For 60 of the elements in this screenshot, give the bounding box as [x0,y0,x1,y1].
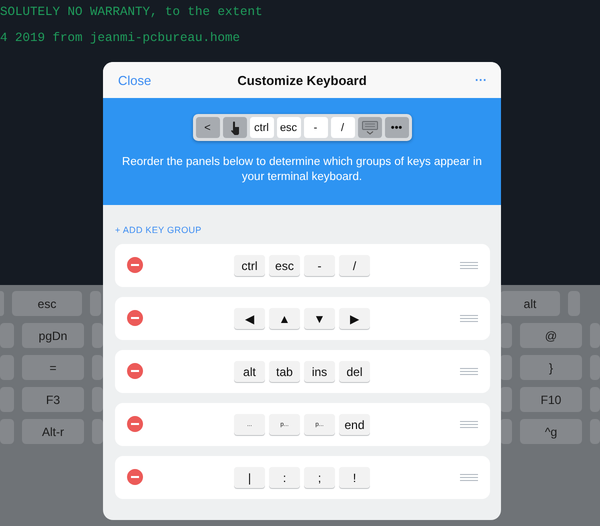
group-key: ; [304,467,335,488]
remove-button[interactable] [127,363,143,379]
keyboard-key[interactable] [500,419,512,444]
drag-handle-icon[interactable] [460,368,478,375]
description-text: Reorder the panels below to determine which groups of keys appear in your terminal keyboard. [121,155,483,185]
drag-handle-icon[interactable] [460,421,478,428]
group-key: - [304,255,335,276]
keyboard-key[interactable]: } [520,355,582,380]
key-group-card[interactable]: | : ; ! [115,456,490,499]
keyboard-key[interactable]: F3 [22,387,84,412]
preview-key: - [304,117,328,138]
group-key: tab [269,361,300,382]
drag-handle-icon[interactable] [460,262,478,269]
keyboard-key[interactable]: = [22,355,84,380]
more-button[interactable]: ··· [475,73,487,87]
group-key: ▼ [304,308,335,329]
preview-key: ••• [384,117,408,138]
remove-button[interactable] [127,257,143,273]
group-key: | [234,467,265,488]
group-key: end [339,414,370,435]
terminal-line: SOLUTELY NO WARRANTY, to the extent [0,4,264,21]
group-key: ◀ [234,308,265,329]
keyboard-key[interactable]: esc [12,291,82,316]
drag-handle-icon[interactable] [460,474,478,481]
preview-key: / [330,117,354,138]
keyboard-key[interactable]: Alt-r [22,419,84,444]
preview-key: ctrl [250,117,274,138]
group-key: ! [339,467,370,488]
group-key: / [339,255,370,276]
keyboard-key[interactable] [500,355,512,380]
keyboard-key[interactable]: @ [520,323,582,348]
remove-button[interactable] [127,310,143,326]
add-key-group-button[interactable]: + ADD KEY GROUP [115,225,202,235]
key-group-card[interactable]: ctrl esc - / [115,244,490,287]
group-key: ▶ [339,308,370,329]
group-key: : [269,467,300,488]
keyboard-key[interactable]: alt [500,291,560,316]
group-key: esc [269,255,300,276]
keyboard-key[interactable] [500,323,512,348]
terminal-line: 4 2019 from jeanmi-pcbureau.home [0,30,242,47]
keyboard-key[interactable]: ^g [520,419,582,444]
group-key: ctrl [234,255,265,276]
group-key: ▲ [269,308,300,329]
close-button[interactable]: Close [118,72,152,88]
remove-button[interactable] [127,469,143,485]
preview-key: esc [276,117,300,138]
keyboard-key[interactable]: pgDn [22,323,84,348]
keyboard-key[interactable]: F10 [520,387,582,412]
preview-key: < [196,117,220,138]
dialog-title: Customize Keyboard [237,72,367,88]
key-group-card[interactable]: ◀ ▲ ▼ ▶ [115,297,490,340]
hand-pointer-icon [230,120,240,134]
key-group-card[interactable]: alt tab ins del [115,350,490,393]
keyboard-key[interactable] [500,387,512,412]
group-key: ins [304,361,335,382]
group-key: del [339,361,370,382]
drag-handle-icon[interactable] [460,315,478,322]
group-key: alt [234,361,265,382]
keyboard-down-icon [362,120,378,134]
remove-button[interactable] [127,416,143,432]
